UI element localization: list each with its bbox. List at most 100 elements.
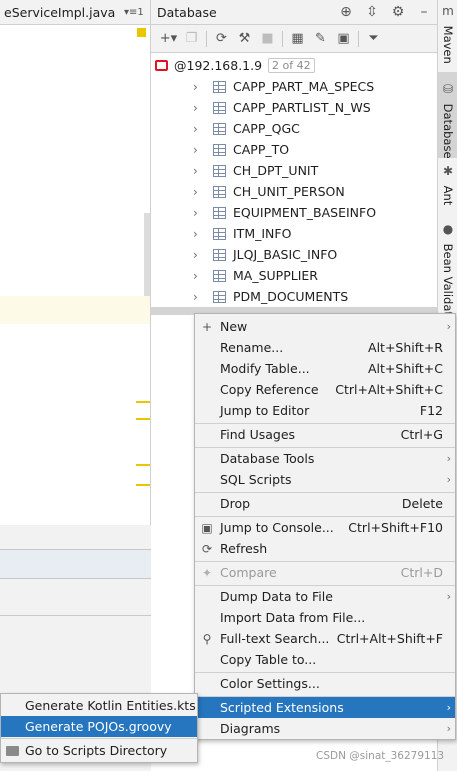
table-row[interactable]: › CAPP_QGC — [151, 118, 437, 139]
table-icon — [213, 206, 226, 219]
chevron-right-icon[interactable]: › — [193, 122, 213, 136]
ant-icon: ✱ — [442, 164, 454, 178]
menu-jump-to-console[interactable]: ▣ Jump to Console... Ctrl+Shift+F10 — [195, 517, 455, 538]
menu-diagrams[interactable]: Diagrams › — [195, 718, 455, 739]
minimize-icon[interactable]: – — [411, 4, 437, 20]
shortcut: F12 — [419, 403, 443, 418]
search-icon: ⚲ — [202, 631, 212, 646]
table-view-icon[interactable]: ▦ — [286, 31, 309, 46]
table-row[interactable]: › CAPP_PARTLIST_N_WS — [151, 97, 437, 118]
menu-jump-to-editor[interactable]: Jump to Editor F12 — [195, 400, 455, 421]
table-row[interactable]: › ITM_INFO — [151, 223, 437, 244]
menu-find-usages-label: Find Usages — [220, 427, 296, 442]
warning-stripe[interactable] — [136, 484, 150, 486]
folder-icon — [6, 745, 19, 756]
table-name: CAPP_QGC — [233, 121, 300, 136]
context-menu: + New › Rename... Alt+Shift+R Modify Table.… — [194, 313, 456, 740]
chevron-right-icon[interactable]: › — [193, 185, 213, 199]
menu-sql-scripts[interactable]: SQL Scripts › — [195, 469, 455, 490]
schema-count-badge[interactable]: 2 of 42 — [268, 58, 315, 73]
table-row[interactable]: › CAPP_TO — [151, 139, 437, 160]
menu-jump-to-console-label: Jump to Console... — [220, 520, 334, 535]
filter-icon[interactable]: ⏷ — [362, 31, 385, 46]
menu-find-usages[interactable]: Find Usages Ctrl+G — [195, 424, 455, 445]
table-name: MA_SUPPLIER — [233, 268, 318, 283]
chevron-right-icon[interactable]: › — [193, 269, 213, 283]
shortcut: Ctrl+G — [400, 427, 443, 442]
menu-refresh[interactable]: ⟳ Refresh — [195, 538, 455, 559]
table-row[interactable]: › CH_DPT_UNIT — [151, 160, 437, 181]
menu-import-data-label: Import Data from File... — [220, 610, 366, 625]
submenu-generate-pojos[interactable]: Generate POJOs.groovy — [1, 716, 197, 737]
table-row[interactable]: › PDM_DOCUMENTS — [151, 286, 437, 307]
chevron-right-icon[interactable]: › — [193, 206, 213, 220]
menu-scripted-extensions[interactable]: Scripted Extensions › — [195, 697, 455, 718]
chevron-right-icon[interactable]: › — [193, 101, 213, 115]
menu-new[interactable]: + New › — [195, 316, 455, 337]
menu-modify-table[interactable]: Modify Table... Alt+Shift+C — [195, 358, 455, 379]
toolbar-separator — [282, 30, 283, 47]
table-name: CAPP_TO — [233, 142, 290, 157]
submenu-arrow-icon: › — [446, 473, 451, 486]
collapse-icon[interactable]: ⇳ — [359, 4, 385, 20]
ant-tab[interactable]: ✱ Ant — [438, 164, 457, 205]
submenu-arrow-icon: › — [446, 452, 451, 465]
table-row[interactable]: › MA_SUPPLIER — [151, 265, 437, 286]
refresh-icon: ⟳ — [201, 541, 213, 556]
chevron-right-icon[interactable]: › — [193, 227, 213, 241]
menu-color-settings[interactable]: Color Settings... — [195, 673, 455, 694]
menu-copy-reference[interactable]: Copy Reference Ctrl+Alt+Shift+C — [195, 379, 455, 400]
edit-icon[interactable]: ✎ — [309, 31, 332, 46]
editor-tab[interactable]: eServiceImpl.java ▾≡1 — [0, 0, 150, 25]
connection-node[interactable]: @192.168.1.9 2 of 42 — [151, 55, 437, 76]
crosshair-icon[interactable]: ⊕ — [333, 4, 359, 20]
toolbar-separator — [358, 30, 359, 47]
menu-compare[interactable]: ✦ Compare Ctrl+D — [195, 562, 455, 583]
menu-fulltext-search[interactable]: ⚲ Full-text Search... Ctrl+Alt+Shift+F — [195, 628, 455, 649]
oracle-icon — [155, 60, 168, 71]
warning-stripe[interactable] — [136, 464, 150, 466]
bean-icon: ● — [442, 222, 454, 236]
chevron-right-icon[interactable]: › — [193, 143, 213, 157]
table-row[interactable]: › CH_UNIT_PERSON — [151, 181, 437, 202]
menu-rename[interactable]: Rename... Alt+Shift+R — [195, 337, 455, 358]
warning-stripe[interactable] — [136, 418, 150, 420]
stop-icon[interactable]: ■ — [256, 31, 279, 46]
menu-scripted-extensions-label: Scripted Extensions — [220, 700, 344, 715]
database-tab[interactable]: ⛁ Database — [438, 72, 457, 159]
submenu-generate-pojos-label: Generate POJOs.groovy — [25, 719, 172, 734]
ql-console-icon[interactable]: ▣ — [332, 31, 355, 46]
table-row[interactable]: › CAPP_PART_MA_SPECS — [151, 76, 437, 97]
menu-import-data[interactable]: Import Data from File... — [195, 607, 455, 628]
menu-drop[interactable]: Drop Delete — [195, 493, 455, 514]
menu-database-tools[interactable]: Database Tools › — [195, 448, 455, 469]
submenu-generate-kotlin[interactable]: Generate Kotlin Entities.kts — [1, 695, 197, 716]
editor-pane: eServiceImpl.java ▾≡1 — [0, 0, 151, 771]
inspection-marker[interactable] — [137, 28, 146, 37]
menu-database-tools-label: Database Tools — [220, 451, 315, 466]
table-row[interactable]: › JLQJ_BASIC_INFO — [151, 244, 437, 265]
table-row[interactable]: › EQUIPMENT_BASEINFO — [151, 202, 437, 223]
refresh-icon[interactable]: ⟳ — [210, 31, 233, 46]
properties-icon[interactable]: ⚒ — [233, 31, 256, 46]
menu-rename-label: Rename... — [220, 340, 284, 355]
chevron-right-icon[interactable]: › — [193, 248, 213, 262]
duplicate-icon[interactable]: ❐ — [180, 31, 203, 46]
menu-refresh-label: Refresh — [220, 541, 268, 556]
menu-copy-table[interactable]: Copy Table to... — [195, 649, 455, 670]
warning-stripe[interactable] — [136, 401, 150, 403]
submenu-goto-scripts-dir-label: Go to Scripts Directory — [25, 743, 168, 758]
database-icon: ⛁ — [442, 82, 454, 96]
menu-modify-table-label: Modify Table... — [220, 361, 310, 376]
chevron-right-icon[interactable]: › — [193, 164, 213, 178]
add-icon[interactable]: +▾ — [157, 31, 180, 46]
editor-tab-title[interactable]: eServiceImpl.java — [4, 5, 124, 20]
gear-icon[interactable]: ⚙ — [385, 4, 411, 20]
chevron-right-icon[interactable]: › — [193, 290, 213, 304]
submenu-arrow-icon: › — [446, 722, 451, 735]
tab-list-icon[interactable]: ▾≡1 — [124, 7, 150, 18]
menu-dump-data[interactable]: Dump Data to File › — [195, 586, 455, 607]
maven-tab[interactable]: m Maven — [438, 4, 457, 64]
submenu-goto-scripts-dir[interactable]: Go to Scripts Directory — [1, 740, 197, 761]
chevron-right-icon[interactable]: › — [193, 80, 213, 94]
